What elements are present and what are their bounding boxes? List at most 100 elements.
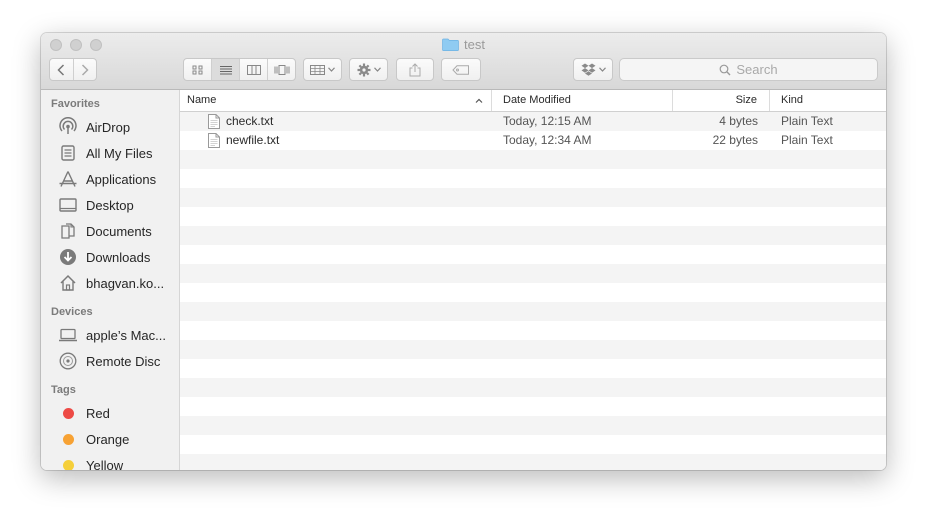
folder-icon [442, 38, 459, 51]
laptop-icon [58, 325, 78, 345]
empty-row [180, 150, 886, 169]
window-title: test [464, 37, 485, 52]
sidebar-item-label: Desktop [86, 197, 134, 213]
finder-window: test Search Favorites AirDrop All My Fil… [41, 33, 886, 470]
file-kind: Plain Text [781, 133, 833, 147]
empty-row [180, 169, 886, 188]
empty-row [180, 340, 886, 359]
file-date: Today, 12:34 AM [503, 133, 592, 147]
sidebar-item-desktop[interactable]: Desktop [41, 192, 179, 218]
sidebar-item-remote-disc[interactable]: Remote Disc [41, 348, 179, 374]
view-mode-segmented [183, 58, 296, 81]
chevron-down-icon [598, 67, 606, 72]
text-file-icon [208, 114, 220, 129]
sidebar-section-devices: Devices [51, 306, 93, 318]
gear-icon [357, 63, 370, 76]
sidebar-item-label: apple’s Mac... [86, 327, 166, 343]
share-button[interactable] [396, 58, 434, 81]
sidebar-item-mac[interactable]: apple’s Mac... [41, 322, 179, 348]
chevron-right-icon [81, 63, 89, 76]
back-button[interactable] [50, 59, 74, 80]
tag-icon [452, 64, 469, 75]
column-header-label: Date Modified [503, 94, 571, 106]
file-name: check.txt [226, 114, 274, 128]
sidebar-item-label: All My Files [86, 145, 153, 161]
sidebar-item-label: Documents [86, 223, 152, 239]
column-view-button[interactable] [240, 59, 268, 80]
sidebar-item-downloads[interactable]: Downloads [41, 244, 179, 270]
chevron-down-icon [373, 67, 381, 72]
icon-view-icon [192, 65, 202, 74]
column-header-row: Name Date Modified Size Kind [180, 90, 886, 112]
file-name-cell: check.txt [180, 112, 492, 131]
sidebar-item-label: Yellow [86, 457, 124, 471]
sidebar-item-tag-orange[interactable]: Orange [41, 426, 179, 452]
search-field[interactable]: Search [619, 58, 878, 81]
column-header-size[interactable]: Size [673, 90, 770, 111]
arrange-button[interactable] [303, 58, 342, 81]
file-rows: check.txt Today, 12:15 AM 4 bytes Plain … [180, 112, 886, 470]
empty-row [180, 188, 886, 207]
column-header-date-modified[interactable]: Date Modified [492, 90, 673, 111]
action-button[interactable] [349, 58, 388, 81]
search-icon [719, 64, 731, 75]
column-view-icon [246, 64, 261, 75]
documents-icon [58, 221, 78, 241]
downloads-icon [58, 247, 78, 267]
empty-row [180, 416, 886, 435]
sidebar-item-tag-yellow[interactable]: Yellow [41, 452, 179, 470]
cover-flow-view-button[interactable] [268, 59, 295, 80]
edit-tags-button[interactable] [441, 58, 481, 81]
sidebar-item-home[interactable]: bhagvan.ko... [41, 270, 179, 296]
red-tag-icon [58, 403, 78, 423]
empty-row [180, 226, 886, 245]
sidebar: Favorites AirDrop All My Files Applicati… [41, 90, 180, 470]
empty-row [180, 359, 886, 378]
airdrop-icon [58, 117, 78, 137]
remote-disc-icon [58, 351, 78, 371]
empty-row [180, 207, 886, 226]
empty-row [180, 397, 886, 416]
file-date: Today, 12:15 AM [503, 114, 592, 128]
forward-button[interactable] [74, 59, 97, 80]
file-size: 4 bytes [719, 114, 758, 128]
desktop-icon [58, 195, 78, 215]
sidebar-item-label: Applications [86, 171, 157, 187]
file-list: Name Date Modified Size Kind check.txt T… [180, 90, 886, 470]
arrange-icon [310, 64, 325, 75]
cover-flow-icon [274, 64, 289, 75]
sidebar-item-label: Remote Disc [86, 353, 161, 369]
sidebar-item-label: Red [86, 405, 110, 421]
sidebar-item-applications[interactable]: Applications [41, 166, 179, 192]
file-name-cell: newfile.txt [180, 131, 492, 150]
empty-row [180, 283, 886, 302]
column-header-label: Name [187, 94, 217, 106]
sidebar-item-label: AirDrop [86, 119, 131, 135]
share-icon [409, 62, 421, 76]
sidebar-item-airdrop[interactable]: AirDrop [41, 114, 179, 140]
dropbox-button[interactable] [573, 58, 613, 81]
navigation-buttons [49, 58, 97, 81]
empty-row [180, 454, 886, 470]
column-header-name[interactable]: Name [180, 90, 492, 111]
column-header-label: Kind [781, 94, 804, 106]
orange-tag-icon [58, 429, 78, 449]
sidebar-item-all-my-files[interactable]: All My Files [41, 140, 179, 166]
chevron-down-icon [328, 67, 335, 72]
empty-row [180, 435, 886, 454]
list-view-button[interactable] [212, 59, 240, 80]
search-placeholder: Search [736, 62, 778, 77]
icon-view-button[interactable] [184, 59, 212, 80]
empty-row [180, 378, 886, 397]
title-bar: test Search [41, 33, 886, 90]
empty-row [180, 302, 886, 321]
table-row[interactable]: check.txt Today, 12:15 AM 4 bytes Plain … [180, 112, 886, 131]
column-header-label: Size [735, 94, 757, 106]
sidebar-item-tag-red[interactable]: Red [41, 400, 179, 426]
column-header-kind[interactable]: Kind [770, 90, 885, 111]
applications-icon [58, 169, 78, 189]
table-row[interactable]: newfile.txt Today, 12:34 AM 22 bytes Pla… [180, 131, 886, 150]
sidebar-section-tags: Tags [51, 384, 76, 396]
sidebar-item-documents[interactable]: Documents [41, 218, 179, 244]
list-view-icon [219, 65, 232, 74]
